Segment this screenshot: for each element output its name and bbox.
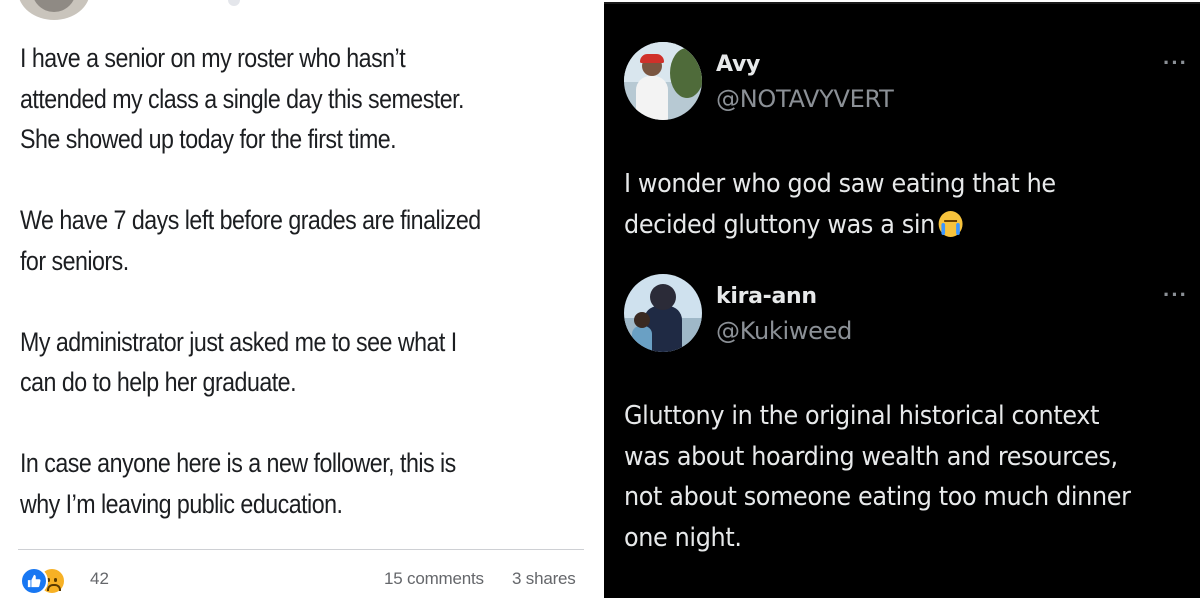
tweet-author-name[interactable]: Avy	[716, 52, 760, 77]
avatar[interactable]	[624, 274, 702, 352]
more-options-icon[interactable]: ···	[1163, 282, 1188, 308]
tweet-author-name[interactable]: kira-ann	[716, 284, 817, 309]
tweet-author-handle[interactable]: @NOTAVYVERT	[716, 85, 894, 113]
like-icon[interactable]	[20, 567, 48, 595]
post-paragraph-1: I have a senior on my roster who hasn’t …	[20, 43, 465, 154]
comments-link[interactable]: 15 comments	[384, 569, 484, 589]
post-footer: 42 15 comments 3 shares	[18, 563, 584, 595]
tweet-text-content: I wonder who god saw eating that he deci…	[624, 169, 1056, 240]
post-paragraph-2: We have 7 days left before grades are fi…	[20, 205, 481, 276]
tweet-author-handle[interactable]: @Kukiweed	[716, 317, 852, 345]
facebook-post: I have a senior on my roster who hasn’t …	[0, 0, 600, 600]
top-border	[604, 2, 1200, 4]
footer-divider	[18, 549, 584, 550]
tweet-text: I wonder who god saw eating that he deci…	[624, 164, 1176, 245]
avatar[interactable]	[624, 42, 702, 120]
author-avatar[interactable]	[18, 0, 90, 20]
reaction-count[interactable]: 42	[90, 569, 109, 589]
tweet-thread: Avy @NOTAVYVERT ··· I wonder who god saw…	[604, 2, 1200, 598]
tweet-text: Gluttony in the original historical cont…	[624, 401, 1131, 553]
post-paragraph-3: My administrator just asked me to see wh…	[20, 326, 457, 398]
shares-link[interactable]: 3 shares	[512, 569, 576, 589]
post-body: I have a senior on my roster who hasn’t …	[20, 38, 588, 524]
post-paragraph-4: In case anyone here is a new follower, t…	[20, 448, 456, 519]
loudly-crying-face-icon	[938, 210, 963, 237]
header-dot	[228, 0, 240, 6]
more-options-icon[interactable]: ···	[1163, 50, 1188, 76]
